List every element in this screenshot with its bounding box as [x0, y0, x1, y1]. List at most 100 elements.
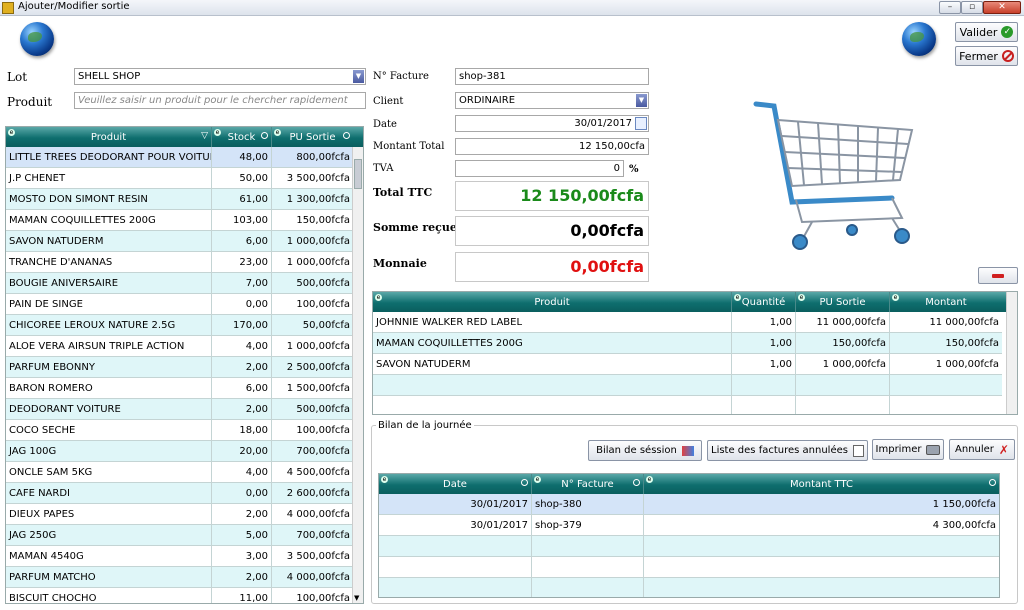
- app-icon: [2, 2, 14, 14]
- bilan-row[interactable]: 30/01/2017 shop-380 1 150,00fcfa: [379, 494, 999, 515]
- table-cell: 1,00: [732, 312, 796, 333]
- product-row[interactable]: PAIN DE SINGE 0,00 100,00fcfa: [6, 294, 363, 315]
- table-cell: 1,00: [732, 354, 796, 375]
- product-row[interactable]: BARON ROMERO 6,00 1 500,00fcfa: [6, 378, 363, 399]
- cart-scrollbar[interactable]: [1006, 292, 1017, 414]
- cart-row-empty[interactable]: [373, 375, 1017, 396]
- close-icon[interactable]: ✕: [983, 1, 1021, 14]
- bilan-session-button[interactable]: Bilan de séssion: [588, 440, 702, 461]
- table-cell: 500,00fcfa: [272, 273, 353, 294]
- cart-col-pu[interactable]: e PU Sortie: [796, 292, 890, 312]
- product-row[interactable]: TRANCHE D'ANANAS 23,00 1 000,00fcfa: [6, 252, 363, 273]
- table-cell: shop-379: [532, 515, 644, 536]
- products-col-produit[interactable]: e Produit ▽: [6, 127, 212, 147]
- cart-col-produit[interactable]: e Produit: [373, 292, 732, 312]
- valider-button[interactable]: Valider ✓: [955, 22, 1018, 42]
- table-cell: PARFUM MATCHO: [6, 567, 212, 588]
- cart-col-montant[interactable]: e Montant: [890, 292, 1002, 312]
- table-cell: 4 500,00fcfa: [272, 462, 353, 483]
- somme-recue-input[interactable]: 0,00fcfa: [455, 216, 649, 246]
- table-cell: 11 000,00fcfa: [796, 312, 890, 333]
- table-cell: 7,00: [212, 273, 272, 294]
- product-row[interactable]: J.P CHENET 50,00 3 500,00fcfa: [6, 168, 363, 189]
- bilan-col-montant[interactable]: e Montant TTC: [644, 474, 999, 494]
- cart-row-empty[interactable]: [373, 396, 1017, 414]
- bilan-row[interactable]: 30/01/2017 shop-379 4 300,00fcfa: [379, 515, 999, 536]
- cart-row[interactable]: MAMAN COQUILLETTES 200G 1,00 150,00fcfa 150…: [373, 333, 1017, 354]
- imprimer-button[interactable]: Imprimer: [872, 439, 944, 460]
- factures-annulees-button[interactable]: Liste des factures annulées: [707, 440, 868, 461]
- product-row[interactable]: BOUGIE ANIVERSAIRE 7,00 500,00fcfa: [6, 273, 363, 294]
- table-cell: 1 000,00fcfa: [272, 231, 353, 252]
- annuler-button[interactable]: Annuler ✗: [949, 439, 1015, 460]
- bilan-col-facture[interactable]: e N° Facture: [532, 474, 644, 494]
- bilan-col-date[interactable]: e Date: [379, 474, 532, 494]
- product-row[interactable]: DIEUX PAPES 2,00 4 000,00fcfa: [6, 504, 363, 525]
- product-row[interactable]: DEODORANT VOITURE 2,00 500,00fcfa: [6, 399, 363, 420]
- bilan-row-empty[interactable]: [379, 536, 999, 557]
- valider-label: Valider: [959, 25, 998, 39]
- produit-search-input[interactable]: Veuillez saisir un produit pour le cherc…: [74, 92, 366, 109]
- cart-col-quantite[interactable]: e Quantité: [732, 292, 796, 312]
- table-cell: JAG 250G: [6, 525, 212, 546]
- scroll-thumb[interactable]: [354, 159, 362, 189]
- table-cell: shop-380: [532, 494, 644, 515]
- product-row[interactable]: PARFUM MATCHO 2,00 4 000,00fcfa: [6, 567, 363, 588]
- restore-icon[interactable]: ▫: [961, 1, 983, 14]
- table-cell: 150,00fcfa: [272, 210, 353, 231]
- products-col-stock[interactable]: e Stock: [212, 127, 272, 147]
- table-cell: 61,00: [212, 189, 272, 210]
- product-row[interactable]: MAMAN COQUILLETTES 200G 103,00 150,00fcfa: [6, 210, 363, 231]
- bilan-row-empty[interactable]: [379, 578, 999, 597]
- remove-line-button[interactable]: [978, 267, 1018, 284]
- calendar-icon[interactable]: [635, 117, 647, 130]
- product-row[interactable]: MAMAN 4540G 3,00 3 500,00fcfa: [6, 546, 363, 567]
- forbidden-icon: [1001, 50, 1014, 62]
- bilan-row-empty[interactable]: [379, 557, 999, 578]
- table-cell: MOSTO DON SIMONT RESIN: [6, 189, 212, 210]
- product-row[interactable]: COCO SECHE 18,00 100,00fcfa: [6, 420, 363, 441]
- products-scrollbar[interactable]: ▼: [352, 147, 363, 603]
- product-row[interactable]: CAFE NARDI 0,00 2 600,00fcfa: [6, 483, 363, 504]
- product-row[interactable]: MOSTO DON SIMONT RESIN 61,00 1 300,00fcfa: [6, 189, 363, 210]
- chevron-down-icon[interactable]: ▼: [353, 70, 364, 83]
- table-cell: [644, 557, 999, 578]
- chevron-down-icon[interactable]: ▼: [636, 94, 647, 107]
- client-select[interactable]: ORDINAIRE ▼: [455, 92, 649, 109]
- lot-select[interactable]: SHELL SHOP ▼: [74, 68, 366, 85]
- table-cell: 1,00: [732, 333, 796, 354]
- product-row[interactable]: JAG 100G 20,00 700,00fcfa: [6, 441, 363, 462]
- monnaie-label: Monnaie: [373, 257, 427, 270]
- date-field[interactable]: 30/01/2017: [455, 115, 649, 132]
- client-value: ORDINAIRE: [459, 95, 516, 106]
- product-row[interactable]: ONCLE SAM 5KG 4,00 4 500,00fcfa: [6, 462, 363, 483]
- bilan-grid-header: e Date e N° Facture e Montant TTC: [379, 474, 999, 494]
- table-cell: [732, 396, 796, 414]
- product-row[interactable]: JAG 250G 5,00 700,00fcfa: [6, 525, 363, 546]
- cart-row[interactable]: SAVON NATUDERM 1,00 1 000,00fcfa 1 000,00fc…: [373, 354, 1017, 375]
- product-row[interactable]: CHICOREE LEROUX NATURE 2.5G 170,00 50,00fc…: [6, 315, 363, 336]
- table-cell: CAFE NARDI: [6, 483, 212, 504]
- product-row[interactable]: LITTLE TREES DEODORANT POUR VOITURE 48,00…: [6, 147, 363, 168]
- table-cell: 1 300,00fcfa: [272, 189, 353, 210]
- cancel-x-icon: ✗: [998, 442, 1009, 457]
- list-icon: [852, 444, 864, 457]
- product-row[interactable]: SAVON NATUDERM 6,00 1 000,00fcfa: [6, 231, 363, 252]
- facture-field[interactable]: shop-381: [455, 68, 649, 85]
- tva-field[interactable]: 0: [455, 160, 624, 177]
- fermer-button[interactable]: Fermer: [955, 46, 1018, 66]
- scroll-down-icon[interactable]: ▼: [354, 594, 359, 602]
- table-cell: 800,00fcfa: [272, 147, 353, 168]
- minimize-icon[interactable]: –: [939, 1, 961, 14]
- factures-annulees-label: Liste des factures annulées: [711, 445, 848, 456]
- table-cell: 0,00: [212, 294, 272, 315]
- table-cell: 150,00fcfa: [796, 333, 890, 354]
- product-row[interactable]: ALOE VERA AIRSUN TRIPLE ACTION 4,00 1 000,…: [6, 336, 363, 357]
- products-col-pu[interactable]: e PU Sortie: [272, 127, 353, 147]
- shopping-cart-icon: [753, 101, 914, 250]
- lot-value: SHELL SHOP: [78, 71, 141, 82]
- product-row[interactable]: PARFUM EBONNY 2,00 2 500,00fcfa: [6, 357, 363, 378]
- date-label: Date: [373, 119, 397, 130]
- cart-row[interactable]: JOHNNIE WALKER RED LABEL 1,00 11 000,00fcf…: [373, 312, 1017, 333]
- product-row[interactable]: BISCUIT CHOCHO 11,00 100,00fcfa: [6, 588, 363, 603]
